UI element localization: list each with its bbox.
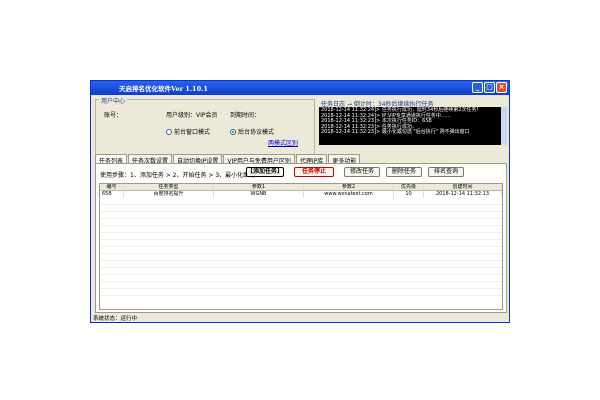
empty-row [100, 226, 502, 233]
background-protocol-mode-label: 后台协议模式 [238, 129, 275, 136]
column-header-priority[interactable]: 优先级 [394, 184, 424, 190]
tab-auto-ip-switch[interactable]: 自动切换IP设置 [173, 154, 223, 165]
delete-task-button[interactable]: 删除任务 [386, 167, 422, 177]
empty-row [100, 219, 502, 226]
radio-front-icon [166, 128, 172, 135]
usage-steps-text: 使用步骤：1、添加任务 > 2、开始任务 > 3、最小化即可 [100, 172, 256, 179]
title-bar[interactable]: 天启排名优化软件Ver 1.10.1 _ □ × [91, 81, 509, 95]
close-button[interactable]: × [496, 82, 507, 93]
empty-row [100, 282, 502, 289]
tab-vip-vs-free[interactable]: VIP用户与免费用户区别 [223, 154, 295, 165]
cell-param2: www.wsnatext.com [304, 191, 394, 198]
front-window-mode-label: 前台窗口模式 [174, 129, 211, 136]
cell-task-type: 百度排名提升 [124, 191, 214, 198]
user-center-group: 用户中心 账号： 用户级别： VIP会员 到期时间： 前台窗口模式 后台协议模式… [95, 96, 315, 157]
user-center-title: 用户中心 [99, 96, 128, 105]
task-table: 编号 任务类型 参数1 参数2 优先级 创建时间 658 百度排名提升 WGNB… [99, 183, 503, 310]
column-header-param2[interactable]: 参数2 [304, 184, 394, 190]
rank-query-button[interactable]: 排名查询 [428, 167, 464, 177]
background-protocol-mode-radio[interactable]: 后台协议模式 [230, 127, 274, 136]
main-window: 天启排名优化软件Ver 1.10.1 _ □ × 用户中心 账号： 用户级别： … [90, 80, 510, 323]
empty-row [100, 233, 502, 240]
empty-row [100, 198, 502, 205]
log-line: 2018-12-14 11:32:23]> 最小化或勾选 "后台执行" 则不弹出… [321, 129, 470, 136]
empty-row [100, 212, 502, 219]
table-header: 编号 任务类型 参数1 参数2 优先级 创建时间 [100, 184, 502, 191]
empty-row [100, 275, 502, 282]
radio-back-icon [230, 128, 236, 135]
task-log-box[interactable]: 2018-12-14 11:32:24]> 任务执行成功，延时34秒后继续第2次… [319, 107, 507, 145]
maximize-button[interactable]: □ [484, 82, 495, 93]
window-controls: _ □ × [472, 82, 507, 93]
stop-task-button[interactable]: 任务停止 [294, 167, 334, 177]
window-title: 天启排名优化软件Ver 1.10.1 [119, 85, 208, 93]
cell-priority: 10 [394, 191, 424, 198]
front-window-mode-radio[interactable]: 前台窗口模式 [166, 127, 210, 136]
table-row[interactable]: 658 百度排名提升 WGNB www.wsnatext.com 10 2018… [100, 191, 502, 198]
empty-row [100, 205, 502, 212]
tab-task-count-settings[interactable]: 任务次数设置 [128, 154, 173, 165]
column-header-id[interactable]: 编号 [100, 184, 124, 190]
tab-proxy-ip-pool[interactable]: 代理IP库 [295, 154, 328, 165]
empty-row [100, 268, 502, 275]
log-scrollbar[interactable] [501, 107, 507, 145]
user-level-label: 用户级别： [166, 112, 197, 119]
cell-param1: WGNB [214, 191, 304, 198]
mode-difference-link[interactable]: 两模式区别 [268, 138, 298, 147]
add-task-button[interactable]: 【添加任务】 [246, 167, 284, 177]
expire-time-label: 到期时间： [230, 112, 261, 119]
account-label: 账号： [104, 112, 123, 119]
empty-row [100, 261, 502, 268]
empty-row [100, 247, 502, 254]
user-level-value: VIP会员 [196, 112, 218, 119]
edit-task-button[interactable]: 修改任务 [344, 167, 380, 177]
tab-more-features[interactable]: 更多功能 [328, 154, 361, 165]
empty-row [100, 254, 502, 261]
column-header-param1[interactable]: 参数1 [214, 184, 304, 190]
task-list-panel: 使用步骤：1、添加任务 > 2、开始任务 > 3、最小化即可 【添加任务】 任务… [95, 163, 507, 313]
empty-row [100, 289, 502, 296]
cell-created-time: 2018-12-14 11:32:13 [424, 191, 502, 198]
column-header-created[interactable]: 创建时间 [424, 184, 502, 190]
status-bar: 系统状态：运行中 [93, 316, 138, 322]
minimize-button[interactable]: _ [472, 82, 483, 93]
empty-row [100, 240, 502, 247]
cell-id: 658 [100, 191, 124, 198]
column-header-type[interactable]: 任务类型 [124, 184, 214, 190]
